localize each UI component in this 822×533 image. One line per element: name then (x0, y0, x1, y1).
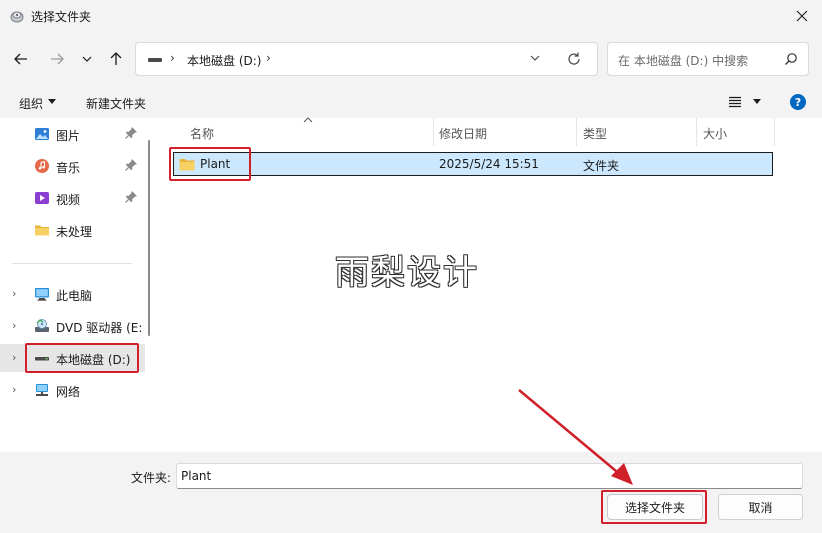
row-name: Plant (200, 157, 231, 171)
breadcrumb-separator-icon[interactable]: › (170, 51, 175, 65)
sidebar-item-label: 网络 (56, 385, 81, 399)
search-placeholder: 在 本地磁盘 (D:) 中搜索 (618, 54, 749, 68)
breadcrumb-local-disk[interactable]: 本地磁盘 (D:) (187, 52, 261, 69)
up-button[interactable] (104, 47, 128, 71)
sidebar-item-unprocessed[interactable]: 未处理 (0, 216, 145, 244)
caret-down-icon[interactable] (47, 98, 57, 106)
sort-ascending-icon (303, 117, 313, 123)
row-type: 文件夹 (583, 159, 620, 173)
address-dropdown-icon[interactable] (529, 52, 541, 64)
sidebar-item-this-pc[interactable]: › 此电脑 (0, 280, 145, 308)
sidebar-item-local-disk[interactable]: › 本地磁盘 (D:) (0, 344, 145, 372)
folder-icon (35, 225, 49, 236)
forward-button[interactable] (45, 47, 69, 71)
title-bar: 选择文件夹 (0, 0, 822, 32)
sidebar-item-label: 此电脑 (56, 289, 93, 303)
pin-icon (125, 127, 137, 139)
back-button[interactable] (9, 47, 33, 71)
this-pc-icon (35, 288, 49, 301)
select-folder-label: 选择文件夹 (624, 500, 685, 515)
sidebar-item-label: 视频 (56, 193, 81, 207)
recent-locations-button[interactable] (75, 47, 99, 71)
column-header-modified[interactable]: 修改日期 (439, 118, 487, 146)
chevron-right-icon[interactable]: › (12, 383, 16, 396)
app-icon (10, 11, 24, 23)
chevron-right-icon[interactable]: › (12, 351, 16, 364)
network-icon (36, 384, 48, 396)
arrow-left-icon (14, 53, 27, 65)
table-row[interactable]: Plant 2025/5/24 15:51 文件夹 (173, 152, 773, 176)
sidebar-item-label: 音乐 (56, 161, 81, 175)
navigation-pane: 图片 音乐 视频 未处理 › 此电脑 › DVD 驱动器 (E: › 本地磁盘 … (0, 118, 152, 452)
address-bar[interactable]: › 本地磁盘 (D:) › (135, 42, 598, 76)
window-title: 选择文件夹 (31, 10, 92, 24)
breadcrumb-separator-icon[interactable]: › (266, 51, 271, 65)
sidebar-item-label: 图片 (56, 129, 81, 143)
sidebar-item-videos[interactable]: 视频 (0, 184, 145, 212)
sidebar-item-label: 本地磁盘 (D:) (56, 353, 131, 367)
dialog-footer: 文件夹: 选择文件夹 取消 (0, 452, 822, 533)
folder-icon (179, 159, 195, 171)
cancel-button[interactable]: 取消 (718, 494, 803, 520)
watermark: 雨梨设计 (335, 253, 479, 293)
sidebar-item-dvd-drive[interactable]: › DVD 驱动器 (E: (0, 312, 145, 340)
arrow-up-icon (110, 52, 122, 65)
column-header-name[interactable]: 名称 (190, 118, 214, 146)
chevron-right-icon[interactable]: › (12, 319, 16, 332)
music-icon (35, 159, 49, 173)
navigation-bar: › 本地磁盘 (D:) › 在 本地磁盘 (D:) 中搜索 (0, 32, 822, 86)
pin-icon (125, 191, 137, 203)
file-list: 名称 修改日期 类型 大小 Plant 2025/5/24 15:51 文件夹 (152, 117, 822, 452)
help-icon[interactable]: ? (790, 94, 806, 110)
pictures-icon (35, 128, 49, 140)
sidebar-item-music[interactable]: 音乐 (0, 152, 145, 180)
cancel-label: 取消 (748, 500, 773, 515)
folder-label: 文件夹: (131, 471, 172, 485)
sidebar-item-pictures[interactable]: 图片 (0, 120, 145, 148)
column-divider[interactable] (774, 118, 775, 146)
sidebar-divider (12, 263, 132, 264)
search-icon[interactable] (784, 52, 798, 66)
folder-name-field[interactable] (176, 463, 803, 489)
chevron-down-icon (82, 56, 92, 62)
drive-icon (148, 58, 162, 62)
search-box[interactable]: 在 本地磁盘 (D:) 中搜索 (607, 42, 809, 76)
row-modified: 2025/5/24 15:51 (439, 157, 539, 171)
sidebar-item-network[interactable]: › 网络 (0, 376, 145, 404)
column-header-size[interactable]: 大小 (703, 118, 727, 146)
organize-button[interactable]: 组织 (19, 95, 43, 112)
sidebar-item-label: DVD 驱动器 (E: (56, 321, 143, 335)
chevron-right-icon[interactable]: › (12, 287, 16, 300)
close-button[interactable] (782, 0, 822, 32)
column-divider[interactable] (576, 118, 577, 146)
videos-icon (35, 192, 49, 204)
column-header-type[interactable]: 类型 (583, 118, 607, 146)
sidebar-scrollbar[interactable] (148, 140, 150, 336)
new-folder-button[interactable]: 新建文件夹 (86, 95, 146, 112)
column-divider[interactable] (433, 118, 434, 146)
arrow-right-icon (51, 53, 64, 65)
local-disk-icon (35, 357, 49, 361)
pin-icon (125, 159, 137, 171)
view-options-icon[interactable] (728, 96, 742, 108)
column-divider[interactable] (696, 118, 697, 146)
refresh-icon[interactable] (566, 51, 582, 67)
sidebar-item-label: 未处理 (56, 225, 93, 239)
command-bar: 组织 新建文件夹 ? (0, 86, 822, 118)
select-folder-button[interactable]: 选择文件夹 (607, 494, 703, 520)
dvd-drive-icon (35, 319, 49, 332)
caret-down-icon[interactable] (752, 98, 762, 106)
close-icon (796, 10, 808, 22)
